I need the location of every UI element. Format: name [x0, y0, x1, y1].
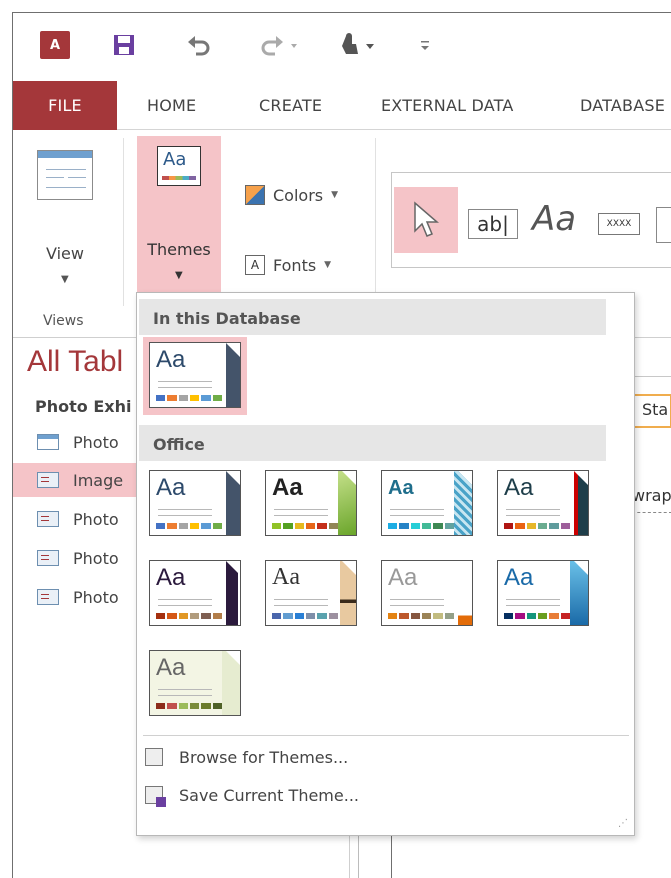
tab-file[interactable]: FILE	[13, 81, 117, 130]
form-icon	[37, 472, 59, 488]
view-icon	[37, 150, 93, 200]
view-label: View	[46, 244, 84, 263]
tab-home[interactable]: HOME	[147, 81, 196, 130]
themes-label: Themes	[147, 240, 211, 259]
in-this-database-header: In this Database	[139, 299, 606, 335]
controls-gallery: ab| Aa XXXX	[391, 172, 671, 268]
select-pointer-icon[interactable]	[394, 187, 458, 253]
theme-ion-boardroom[interactable]: Aa	[491, 465, 595, 543]
chevron-down-icon: ▼	[324, 260, 332, 270]
customize-toolbar-icon[interactable]	[415, 31, 435, 59]
label-control[interactable]: Aa	[532, 199, 576, 239]
theme-current[interactable]: Aa	[143, 337, 247, 415]
save-icon[interactable]	[111, 31, 137, 59]
form-field-label[interactable]: Sta	[632, 394, 671, 428]
theme-organic[interactable]: Aa	[143, 555, 247, 633]
colors-label: Colors	[273, 185, 324, 205]
theme-retrospect[interactable]: Aa	[259, 555, 363, 633]
theme-banded[interactable]: Aa	[143, 645, 247, 723]
theme-wisp[interactable]: Aa	[491, 555, 595, 633]
theme-facet[interactable]: Aa	[259, 465, 363, 543]
views-group-label: Views	[43, 313, 84, 329]
dashed-divider	[632, 512, 671, 513]
theme-integral[interactable]: Aa	[375, 465, 479, 543]
button-control[interactable]: XXXX	[598, 213, 640, 235]
fonts-icon: A	[245, 255, 265, 275]
browse-folder-icon	[145, 748, 163, 766]
form-field-text: wrap	[632, 486, 671, 505]
resize-grip-icon[interactable]: ⋰	[618, 818, 628, 829]
form-icon	[37, 550, 59, 566]
fonts-label: Fonts	[273, 255, 317, 275]
chevron-down-icon: ▼	[175, 270, 183, 281]
ribbon-separator	[375, 138, 376, 306]
chevron-down-icon: ▼	[61, 274, 69, 285]
themes-button[interactable]: Aa Themes ▼	[137, 136, 221, 302]
tab-external-data[interactable]: EXTERNAL DATA	[381, 81, 514, 130]
ribbon-separator	[123, 138, 124, 306]
undo-icon[interactable]	[184, 31, 214, 59]
theme-office[interactable]: Aa	[143, 465, 247, 543]
save-current-theme-item[interactable]: Save Current Theme...	[145, 779, 359, 811]
colors-button[interactable]: Colors ▼	[245, 182, 338, 208]
quick-access-toolbar: A	[13, 13, 671, 81]
tab-database[interactable]: DATABASE	[580, 81, 665, 130]
touch-mode-icon[interactable]	[335, 31, 379, 59]
themes-dropdown: In this Database Aa Office Aa Aa Aa Aa A…	[136, 292, 635, 836]
chevron-down-icon: ▼	[331, 190, 339, 200]
fonts-button[interactable]: A Fonts ▼	[245, 252, 331, 278]
table-icon	[37, 434, 59, 450]
view-button[interactable]: View ▼	[33, 150, 97, 290]
textbox-control[interactable]: ab|	[468, 209, 518, 239]
colors-icon	[245, 185, 265, 205]
form-icon	[37, 511, 59, 527]
nav-group-header[interactable]: Photo Exhi	[35, 397, 131, 416]
more-controls-button[interactable]	[656, 207, 671, 243]
theme-slice[interactable]: Aa	[375, 555, 479, 633]
form-icon	[37, 589, 59, 605]
redo-icon[interactable]	[258, 31, 306, 59]
nav-pane-title[interactable]: All Tabl	[27, 345, 123, 379]
office-header: Office	[139, 425, 606, 461]
tab-create[interactable]: CREATE	[259, 81, 322, 130]
access-logo-icon: A	[40, 31, 70, 59]
themes-icon: Aa	[157, 146, 201, 186]
browse-themes-item[interactable]: Browse for Themes...	[145, 741, 348, 773]
save-theme-icon	[145, 786, 166, 807]
dropdown-divider	[143, 735, 629, 736]
ribbon-tabs: FILE HOME CREATE EXTERNAL DATA DATABASE	[13, 81, 671, 130]
